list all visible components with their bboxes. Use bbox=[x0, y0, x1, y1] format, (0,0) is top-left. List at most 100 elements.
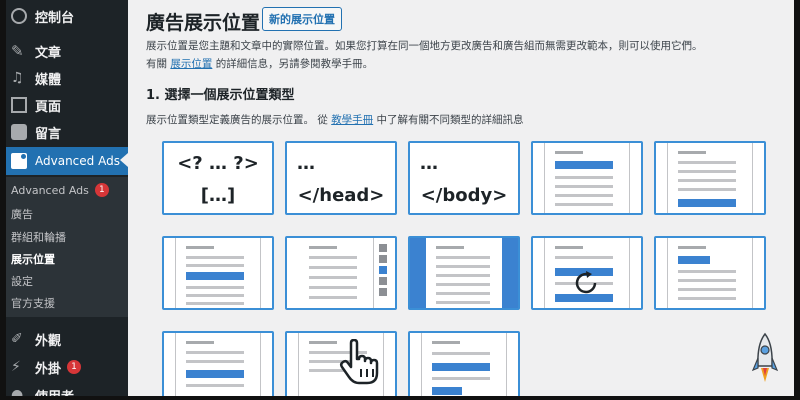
menu-media[interactable]: ♫ 媒體 bbox=[6, 65, 128, 91]
text-line bbox=[309, 256, 357, 259]
ads-count-badge: 1 bbox=[94, 183, 109, 197]
text-line bbox=[555, 194, 613, 197]
widget-block bbox=[379, 288, 387, 296]
text-line bbox=[436, 265, 490, 268]
text-line bbox=[186, 360, 244, 363]
left-sticky-ad bbox=[410, 238, 426, 308]
placement-type-content-middle[interactable] bbox=[162, 331, 274, 396]
text-line bbox=[555, 203, 613, 206]
refresh-icon bbox=[575, 271, 597, 294]
ad-block bbox=[678, 256, 710, 264]
submenu-ads-label: Advanced Ads bbox=[11, 183, 89, 197]
menu-advanced-ads-label: Advanced Ads bbox=[35, 154, 120, 168]
menu-users-label: 使用者 bbox=[35, 386, 74, 397]
placement-type-content[interactable] bbox=[162, 236, 274, 310]
placement-type-sidebar-sticky[interactable] bbox=[408, 236, 520, 310]
manual-link[interactable]: 教學手冊 bbox=[331, 114, 373, 126]
placement-type-header-bar[interactable] bbox=[408, 331, 520, 396]
title-line bbox=[555, 246, 583, 249]
section-title: 1. 選擇一個展示位置類型 bbox=[146, 88, 295, 103]
section-description: 展示位置類型定義廣告的展示位置。 從 教學手冊 中了解有關不同類型的詳細訊息 bbox=[146, 112, 524, 127]
right-sidebar-graphic bbox=[383, 333, 395, 396]
placement-type-footer[interactable]: … </body> bbox=[408, 141, 520, 215]
ad-block bbox=[186, 370, 244, 378]
widget-block bbox=[379, 244, 387, 252]
submenu-support-label: 官方支援 bbox=[11, 297, 55, 310]
text-line bbox=[555, 185, 613, 188]
text-line bbox=[186, 264, 244, 267]
menu-appearance[interactable]: ✐ 外觀 bbox=[6, 326, 128, 352]
menu-pages[interactable]: 頁面 bbox=[6, 92, 128, 118]
left-sidebar-graphic bbox=[164, 238, 176, 308]
submenu-settings-label: 設定 bbox=[11, 275, 33, 288]
placement-type-custom-position[interactable] bbox=[285, 331, 397, 396]
submenu-groups-label: 群組和輪播 bbox=[11, 231, 66, 244]
right-sidebar-graphic bbox=[260, 333, 272, 396]
right-sidebar-graphic bbox=[629, 143, 641, 213]
menu-dashboard[interactable]: 控制台 bbox=[6, 3, 128, 29]
submenu-placements[interactable]: 展示位置 bbox=[11, 251, 55, 267]
body-code-line2: </body> bbox=[420, 185, 508, 206]
title-line bbox=[186, 341, 214, 344]
title-line bbox=[555, 151, 583, 154]
menu-plugins[interactable]: ⚡ 外掛 1 bbox=[6, 354, 128, 380]
widget-ad-block bbox=[379, 266, 387, 274]
title-line bbox=[432, 341, 460, 344]
help-suffix: 的詳細信息，另請參閱教學手冊。 bbox=[215, 58, 374, 70]
text-line bbox=[436, 283, 490, 286]
text-line bbox=[186, 302, 244, 305]
placement-type-random-paragraph[interactable] bbox=[531, 236, 643, 310]
menu-dashboard-label: 控制台 bbox=[35, 10, 75, 26]
dashboard-icon bbox=[11, 8, 27, 24]
text-line bbox=[436, 292, 490, 295]
placement-type-sidebar-widget[interactable] bbox=[285, 236, 397, 310]
menu-comments[interactable]: 留言 bbox=[6, 119, 128, 145]
left-sidebar-graphic bbox=[656, 143, 668, 213]
plugins-count-badge: 1 bbox=[67, 360, 82, 374]
placement-type-after-content[interactable] bbox=[654, 141, 766, 215]
title-line bbox=[678, 151, 706, 154]
placement-type-header[interactable]: … </head> bbox=[285, 141, 397, 215]
pointer-hand-icon bbox=[339, 339, 379, 385]
text-line bbox=[309, 296, 357, 299]
submenu-settings[interactable]: 設定 bbox=[11, 273, 33, 289]
menu-advanced-ads[interactable]: Advanced Ads bbox=[6, 147, 128, 175]
help-prefix: 有關 bbox=[146, 58, 167, 70]
ad-block bbox=[678, 199, 736, 207]
admin-sidebar: 控制台 ✎ 文章 ♫ 媒體 頁面 留言 Advanced Ads Advance… bbox=[6, 0, 128, 396]
submenu-ads[interactable]: Advanced Ads 1 bbox=[11, 183, 109, 197]
body-code-line1: … bbox=[420, 153, 438, 174]
left-sidebar-graphic bbox=[656, 238, 668, 308]
right-sidebar-graphic bbox=[506, 333, 518, 396]
placements-doc-link[interactable]: 展示位置 bbox=[170, 58, 212, 70]
intro-description: 展示位置是您主題和文章中的實際位置。如果您打算在同一個地方更改廣告和廣告組而無需… bbox=[146, 40, 703, 52]
widget-block bbox=[379, 277, 387, 285]
right-sidebar-graphic bbox=[260, 238, 272, 308]
title-line bbox=[436, 246, 464, 249]
media-icon: ♫ bbox=[11, 70, 24, 86]
text-line bbox=[678, 188, 736, 191]
menu-posts[interactable]: ✎ 文章 bbox=[6, 38, 128, 64]
submenu-ads-list[interactable]: 廣告 bbox=[11, 206, 33, 222]
text-line bbox=[436, 256, 490, 259]
browser-frame: 控制台 ✎ 文章 ♫ 媒體 頁面 留言 Advanced Ads Advance… bbox=[6, 0, 794, 396]
plugin-icon: ⚡ bbox=[11, 359, 21, 375]
manual-code-line1: <? … ?> bbox=[177, 153, 259, 174]
right-sidebar-graphic bbox=[752, 238, 764, 308]
menu-users[interactable]: ● 使用者 bbox=[6, 382, 128, 396]
placement-type-manual[interactable]: <? … ?> […] bbox=[162, 141, 274, 215]
text-line bbox=[436, 301, 490, 304]
submenu-support[interactable]: 官方支援 bbox=[11, 295, 55, 311]
right-sidebar-graphic bbox=[752, 143, 764, 213]
text-line bbox=[186, 384, 244, 387]
placement-type-before-content[interactable] bbox=[531, 141, 643, 215]
menu-plugins-label: 外掛 bbox=[35, 361, 62, 377]
submenu-groups[interactable]: 群組和輪播 bbox=[11, 229, 66, 245]
text-line bbox=[309, 286, 357, 289]
left-sidebar-graphic bbox=[533, 143, 545, 213]
text-line bbox=[436, 274, 490, 277]
text-line bbox=[678, 161, 736, 164]
submenu-placements-label: 展示位置 bbox=[11, 253, 55, 266]
placement-type-above-headline[interactable] bbox=[654, 236, 766, 310]
new-placement-button[interactable]: 新的展示位置 bbox=[262, 7, 342, 31]
